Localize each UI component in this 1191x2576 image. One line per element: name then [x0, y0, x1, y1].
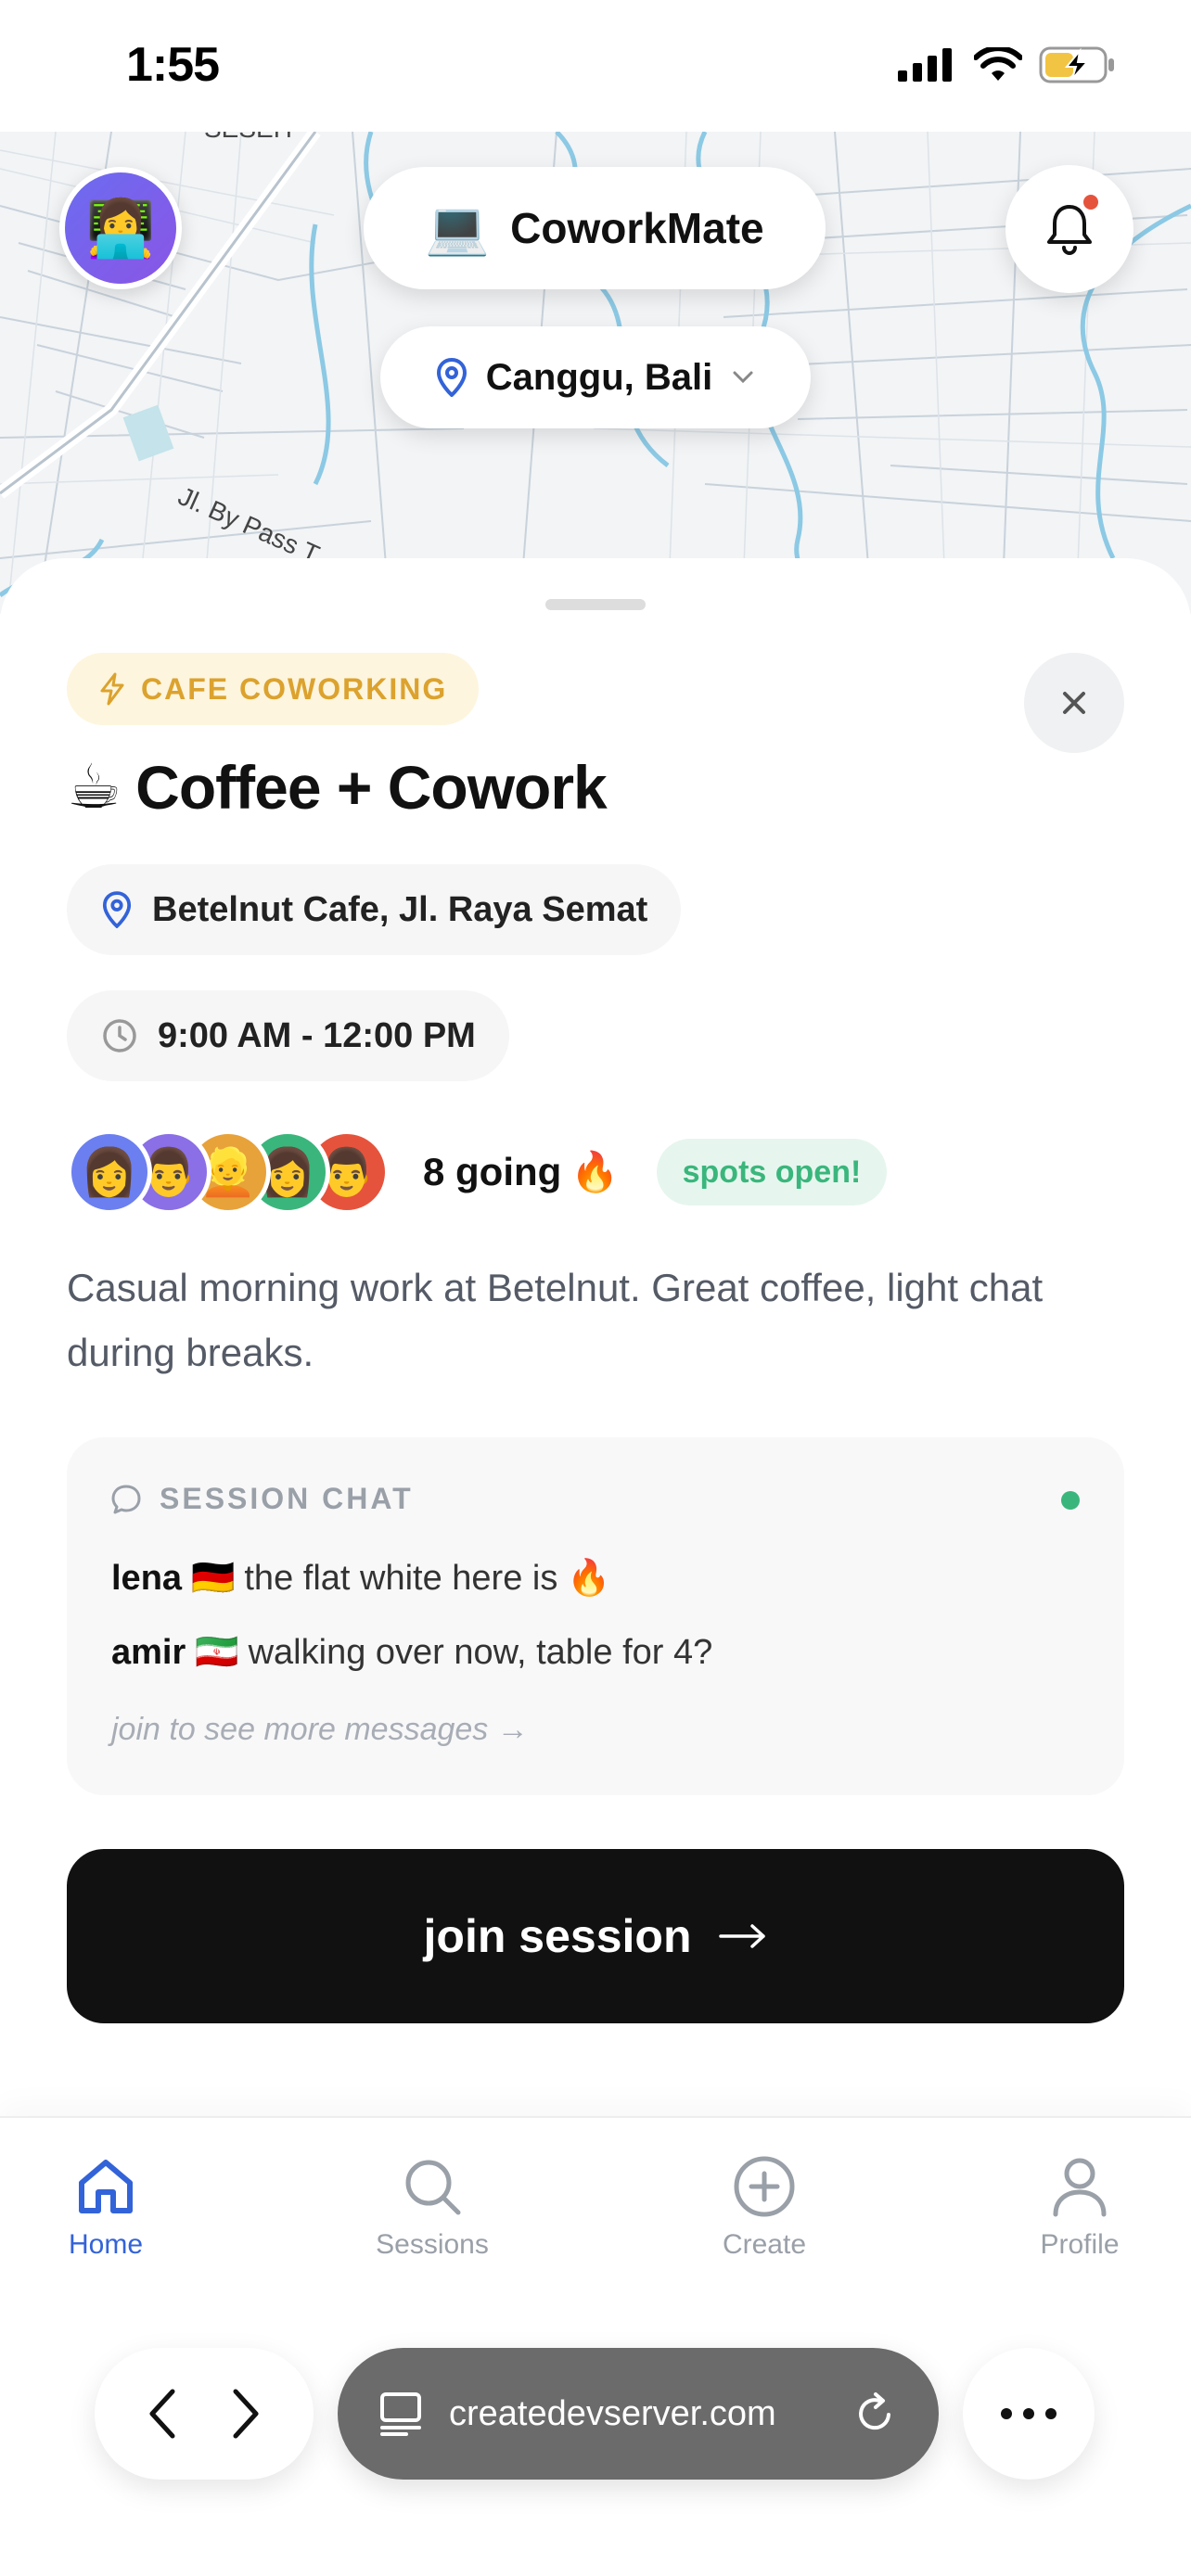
more-menu-button[interactable]	[963, 2348, 1095, 2480]
svg-text:SESEH: SESEH	[204, 132, 292, 143]
going-count: 8 going 🔥	[423, 1150, 620, 1195]
chat-message: lena 🇩🇪 the flat white here is 🔥	[111, 1558, 611, 1599]
coffee-icon: ☕	[67, 752, 122, 821]
bell-icon	[1047, 205, 1092, 255]
close-icon	[1063, 692, 1085, 714]
tab-profile[interactable]: Profile	[987, 2155, 1172, 2261]
battery-charging-icon	[1039, 46, 1114, 83]
location-pin-icon	[102, 891, 132, 928]
tab-sessions[interactable]: Sessions	[339, 2155, 525, 2261]
browser-nav	[95, 2348, 314, 2480]
address-bar[interactable]: createdevserver.com	[338, 2348, 939, 2480]
category-label: CAFE COWORKING	[141, 671, 448, 706]
more-messages-link[interactable]: join to see more messages →	[111, 1712, 529, 1748]
chat-heading-text: SESSION CHAT	[160, 1482, 414, 1515]
session-location[interactable]: Betelnut Cafe, Jl. Raya Semat	[67, 864, 682, 955]
attendee-avatars: 👩 👨 👱 👩 👨	[67, 1129, 390, 1215]
attendee-avatar: 👩	[67, 1129, 152, 1215]
status-icons	[898, 46, 1117, 83]
attendees-row[interactable]: 👩 👨 👱 👩 👨 8 going 🔥 spots open!	[67, 1126, 888, 1218]
chat-message: amir 🇮🇷 walking over now, table for 4?	[111, 1632, 712, 1673]
fire-icon: 🔥	[570, 1149, 620, 1193]
search-icon	[405, 2160, 461, 2215]
user-avatar-button[interactable]: 👩‍💻	[59, 167, 182, 289]
tab-bar: Home Sessions Create Profile	[0, 2116, 1191, 2320]
sheet-handle[interactable]	[545, 599, 646, 610]
chevron-down-icon	[733, 371, 753, 384]
browser-toolbar: createdevserver.com	[0, 2320, 1191, 2576]
session-location-text: Betelnut Cafe, Jl. Raya Semat	[152, 889, 648, 929]
plus-circle-icon	[734, 2156, 795, 2217]
tab-sessions-label: Sessions	[376, 2229, 489, 2260]
session-time: 9:00 AM - 12:00 PM	[67, 990, 509, 1081]
tab-profile-label: Profile	[1040, 2229, 1120, 2260]
fire-icon: 🔥	[567, 1559, 611, 1598]
arrow-right-icon	[719, 1924, 766, 1948]
online-indicator	[1061, 1491, 1080, 1510]
chat-text: walking over now, table for 4?	[248, 1632, 713, 1672]
session-title: ☕ Coffee + Cowork	[67, 751, 608, 823]
tab-create-label: Create	[722, 2229, 807, 2260]
user-icon	[1053, 2158, 1107, 2217]
lightning-icon	[100, 672, 124, 706]
home-icon	[79, 2160, 133, 2213]
brand-pill: 💻 CoworkMate	[364, 167, 826, 289]
status-time: 1:55	[126, 38, 220, 92]
notification-dot	[1083, 195, 1098, 210]
chat-bubble-icon	[111, 1485, 141, 1513]
category-tag: CAFE COWORKING	[67, 653, 480, 725]
close-button[interactable]	[1024, 653, 1124, 753]
session-sheet: CAFE COWORKING ☕ Coffee + Cowork Betelnu…	[0, 558, 1191, 2116]
chat-text: the flat white here is	[244, 1558, 558, 1598]
session-title-text: Coffee + Cowork	[135, 752, 608, 822]
session-description: Casual morning work at Betelnut. Great c…	[67, 1266, 1044, 1374]
street-label: Jl. By Pass T	[174, 481, 324, 569]
session-time-text: 9:00 AM - 12:00 PM	[158, 1015, 476, 1055]
forward-icon[interactable]	[226, 2386, 263, 2442]
chat-user: amir	[111, 1632, 186, 1672]
status-bar: 1:55	[0, 0, 1191, 132]
laptop-icon: 💻	[425, 198, 491, 257]
location-pin-icon	[436, 358, 467, 397]
join-session-label: join session	[423, 1910, 692, 1962]
going-count-text: 8 going	[423, 1150, 562, 1193]
more-dots-icon	[1001, 2408, 1057, 2419]
join-session-button[interactable]: join session	[67, 1849, 1124, 2023]
url-text: createdevserver.com	[449, 2393, 776, 2433]
notifications-button[interactable]	[1005, 165, 1133, 293]
clock-icon	[103, 1019, 136, 1052]
spots-badge: spots open!	[656, 1139, 888, 1205]
reload-icon[interactable]	[852, 2391, 898, 2437]
chat-user: lena	[111, 1558, 183, 1598]
chat-heading: SESSION CHAT	[109, 1482, 414, 1516]
brand-name: CoworkMate	[510, 204, 764, 252]
wifi-icon	[974, 47, 1022, 81]
user-avatar: 👩‍💻	[65, 172, 176, 284]
flag-icon: 🇮🇷	[195, 1633, 239, 1672]
back-icon[interactable]	[145, 2386, 182, 2442]
location-label: Canggu, Bali	[485, 356, 713, 398]
tab-home-label: Home	[68, 2229, 144, 2260]
tab-create[interactable]: Create	[672, 2155, 857, 2261]
location-selector[interactable]: Canggu, Bali	[380, 326, 811, 428]
flag-icon: 🇩🇪	[191, 1559, 236, 1598]
tabs-icon	[380, 2392, 421, 2436]
tab-home[interactable]: Home	[13, 2155, 198, 2261]
session-chat-card[interactable]: SESSION CHAT lena 🇩🇪 the flat white here…	[67, 1437, 1124, 1795]
cellular-signal-icon	[898, 48, 952, 82]
